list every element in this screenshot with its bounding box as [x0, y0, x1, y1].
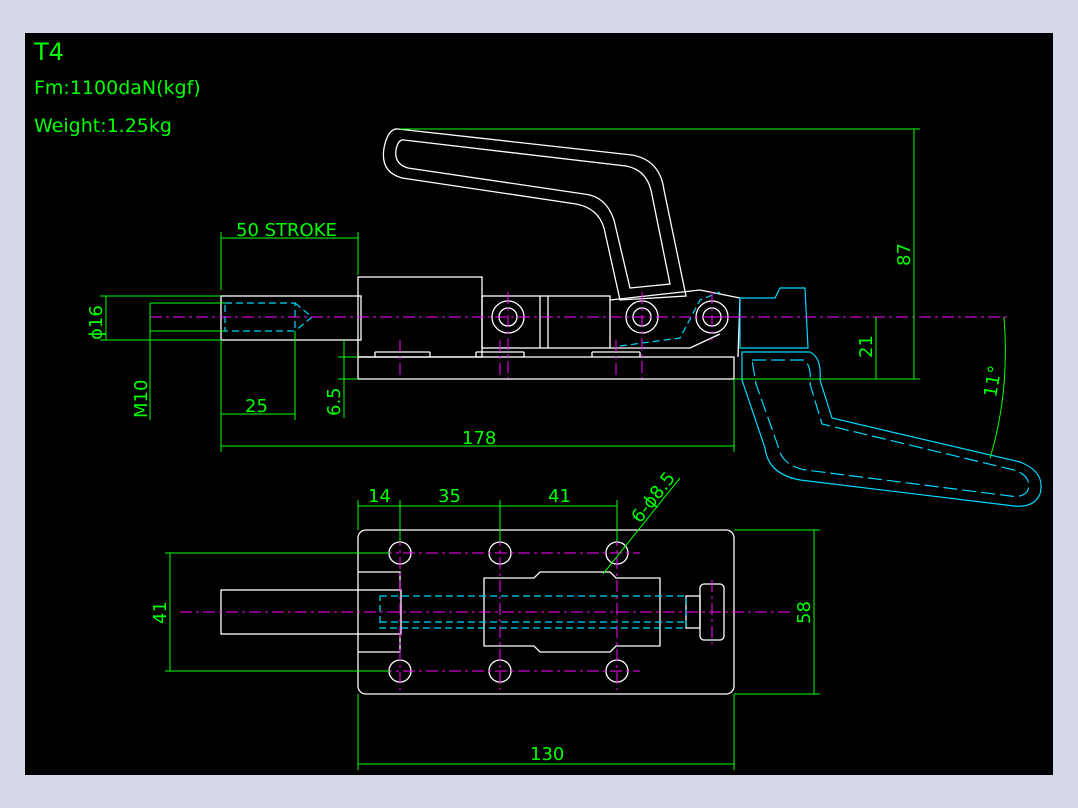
- base-thk-label: 6.5: [324, 387, 345, 416]
- angle-label: 11°: [980, 364, 1006, 399]
- h21-label: 21: [856, 335, 877, 358]
- dim-35-label: 35: [438, 486, 461, 507]
- dia16-label: ϕ16: [86, 305, 107, 340]
- stroke-label: 50 STROKE: [236, 220, 337, 241]
- force-label: Fm:1100daN(kgf): [34, 77, 201, 99]
- holes-label: 6-ϕ8.5: [627, 468, 680, 527]
- body-edge-top: [358, 571, 401, 590]
- m10-label: M10: [131, 380, 152, 418]
- top-view-centerlines: [180, 534, 790, 690]
- side-view: [220, 128, 741, 380]
- dim-41-top-label: 41: [548, 486, 571, 507]
- top-view-dimensions: [165, 477, 820, 770]
- handle-lower-bracket: [739, 287, 809, 349]
- weight-label: Weight:1.25kg: [34, 115, 172, 137]
- w58-label: 58: [794, 601, 815, 624]
- top-view-dim-text: 14 35 41 6-ϕ8.5 41 58 130: [150, 468, 815, 765]
- dim-14-label: 14: [368, 486, 391, 507]
- base-plate: [357, 356, 735, 380]
- body-edge-bottom: [358, 634, 401, 653]
- handle-upper-outer: [382, 128, 687, 301]
- model-label: T4: [33, 38, 64, 66]
- side-view-dim-text: 50 STROKE ϕ16 M10 25 6.5 178 87 21 11°: [86, 220, 1006, 449]
- len25-label: 25: [245, 396, 268, 417]
- side-view-centerlines: [150, 292, 1010, 378]
- linkage-hidden: [619, 291, 721, 347]
- drawing-svg: T4 Fm:1100daN(kgf) Weight:1.25kg 50 STRO…: [33, 38, 1042, 770]
- side-view-hidden: [224, 291, 721, 347]
- h87-label: 87: [894, 243, 915, 266]
- w41-label: 41: [150, 601, 171, 624]
- len178-label: 178: [462, 428, 496, 449]
- side-view-dimensions: [100, 128, 1006, 459]
- l130-label: 130: [530, 744, 564, 765]
- rear-bracket-lower: [610, 333, 721, 349]
- handle-upper-inner: [395, 139, 671, 289]
